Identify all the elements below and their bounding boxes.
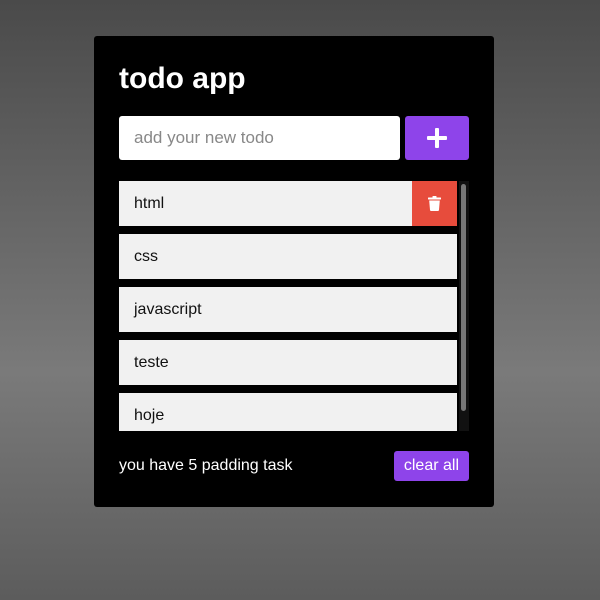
app-title: todo app [119,62,246,95]
todo-item[interactable]: javascript [119,287,457,332]
scrollbar-thumb[interactable] [461,184,466,411]
clear-all-button[interactable]: clear all [393,451,469,481]
todo-card: todo app html css javasc [94,36,494,507]
footer: you have 5 padding task clear all [119,451,469,481]
todo-list-container[interactable]: html css javascript teste hoje [119,181,469,431]
delete-todo-button[interactable] [412,181,457,226]
todo-item[interactable]: teste [119,340,457,385]
todo-item[interactable]: hoje [119,393,457,431]
list-scrollbar[interactable] [459,181,469,431]
pending-prefix: you have [119,457,184,474]
pending-count-text: you have 5 padding task [119,457,292,475]
todo-item-label: hoje [134,407,165,424]
pending-suffix: padding task [201,457,293,474]
todo-input[interactable] [119,116,400,160]
todo-list: html css javascript teste hoje [119,181,457,431]
todo-item-label: html [134,195,165,212]
todo-item-label: css [134,248,158,265]
todo-item-label: javascript [134,301,202,318]
todo-item-label: teste [134,354,169,371]
trash-icon [428,196,441,211]
todo-item[interactable]: css [119,234,457,279]
plus-icon [427,128,447,148]
input-row [119,116,469,160]
add-todo-button[interactable] [405,116,469,160]
todo-item[interactable]: html [119,181,457,226]
pending-count: 5 [188,457,198,474]
